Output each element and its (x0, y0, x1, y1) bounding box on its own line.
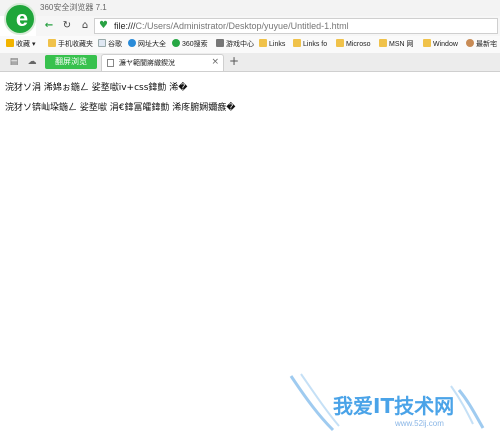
bookmark-links[interactable]: Links (259, 39, 285, 51)
document-icon (107, 59, 114, 67)
bookmark-game-center[interactable]: 游戏中心 (216, 39, 254, 51)
url-path: C:/Users/Administrator/Desktop/yuyue/Unt… (135, 21, 349, 31)
folder-icon (423, 39, 431, 47)
watermark-url: www.52ij.com (395, 419, 444, 428)
globe-icon (128, 39, 136, 47)
gamepad-icon (216, 39, 224, 47)
bookmark-msn[interactable]: MSN 网 (379, 39, 414, 51)
bookmark-label: 游戏中心 (226, 41, 254, 48)
bookmark-360-search[interactable]: 360搜索 (172, 39, 208, 51)
bookmark-label: MSN 网 (389, 41, 414, 48)
cloud-icon[interactable]: ☁ (26, 56, 38, 68)
folder-icon (48, 39, 56, 47)
bookmark-label: 网址大全 (138, 41, 166, 48)
url-text[interactable]: file:///C:/Users/Administrator/Desktop/y… (114, 20, 349, 32)
tab-label: 翻屏浏览 (55, 57, 87, 66)
bookmark-label: 最新宅 (476, 41, 497, 48)
folder-icon (259, 39, 267, 47)
folder-icon (336, 39, 344, 47)
tab-strip: ▤ ☁ 翻屏浏览 濂ヤ範閬嶈繖鍥涗 × + (0, 53, 500, 72)
bookmarks-bar: 收藏 ▾ 手机收藏夹 谷歌 网址大全 360搜索 游戏中心 Links Link… (0, 36, 500, 54)
tab-active[interactable]: 濂ヤ範閬嶈繖鍥涗 × (101, 54, 224, 71)
refresh-icon[interactable]: ↻ (60, 19, 74, 33)
bookmark-label: Window (433, 41, 458, 48)
page-icon (98, 39, 106, 47)
sidebar-toggle-icon[interactable]: ▤ (8, 56, 20, 68)
title-bar: 360安全浏览器 7.1 (0, 0, 500, 16)
avatar-icon (466, 39, 474, 47)
navigation-bar: ← ↻ ⌂ ♥ file:///C:/Users/Administrator/D… (36, 16, 500, 37)
bookmark-links-for[interactable]: Links fo (293, 39, 327, 51)
bookmark-label: 手机收藏夹 (58, 41, 93, 48)
bookmark-windows[interactable]: Window (423, 39, 458, 51)
bookmark-web-directory[interactable]: 网址大全 (128, 39, 166, 51)
logo-letter: e (15, 6, 29, 31)
content-line-1: 浣犲ソ涓 浠婂ぉ鍦ㄥ 娑堥噷iv+css鍏勯 浠� (5, 83, 188, 93)
bookmark-label: Links (269, 41, 286, 48)
bookmark-label: Microso (346, 41, 371, 48)
browser-logo-icon[interactable]: e (4, 3, 36, 35)
bookmark-label: 360搜索 (182, 41, 208, 48)
flip-screen-browse-tab[interactable]: 翻屏浏览 (45, 55, 97, 69)
bookmark-latest[interactable]: 最新宅 (466, 39, 497, 51)
bookmark-favorites[interactable]: 收藏 ▾ (6, 39, 35, 51)
bookmark-label: Links fo (303, 41, 328, 48)
back-arrow-icon[interactable]: ← (42, 19, 56, 33)
star-icon (6, 39, 14, 47)
home-icon[interactable]: ⌂ (78, 19, 92, 33)
app-title: 360安全浏览器 7.1 (40, 3, 107, 12)
tab-title: 濂ヤ範閬嶈繖鍥涗 (119, 59, 175, 67)
shield-icon: ♥ (99, 20, 108, 31)
close-icon[interactable]: × (211, 56, 219, 68)
folder-icon (293, 39, 301, 47)
chevron-down-icon[interactable]: ▾ (30, 41, 36, 48)
content-line-2: 浣犲ソ锛屾垜鍦ㄥ 娑堥噷 涓€鍏冨皬鍏勯 浠庝腑娴嬭瘯� (5, 103, 236, 113)
bookmark-label: 谷歌 (108, 41, 122, 48)
site-watermark: 我爱IT技术网 www.52ij.com (287, 372, 492, 432)
url-scheme: file:/// (114, 21, 136, 31)
bookmark-microsoft[interactable]: Microso (336, 39, 371, 51)
bookmark-mobile-favorites[interactable]: 手机收藏夹 (48, 39, 93, 51)
bookmark-google[interactable]: 谷歌 (98, 39, 122, 51)
folder-icon (379, 39, 387, 47)
address-bar[interactable]: ♥ file:///C:/Users/Administrator/Desktop… (94, 18, 498, 34)
new-tab-button[interactable]: + (227, 54, 241, 68)
search-icon (172, 39, 180, 47)
bookmark-label: 收藏 (16, 41, 30, 48)
watermark-text: 我爱IT技术网 (333, 394, 455, 418)
